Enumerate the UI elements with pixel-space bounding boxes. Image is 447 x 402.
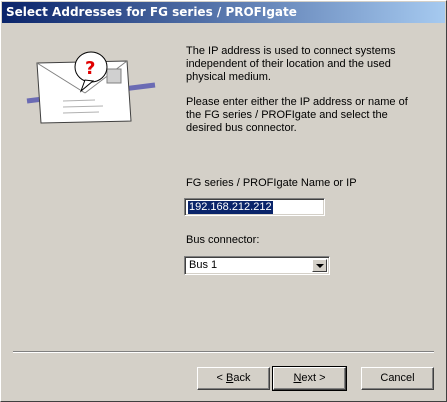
bus-connector-value: Bus 1: [189, 259, 218, 271]
cancel-button-label: Cancel: [380, 372, 415, 384]
description-paragraph-1: The IP address is used to connect system…: [186, 45, 396, 83]
title-bar[interactable]: Select Addresses for FG series / PROFIga…: [2, 2, 445, 23]
back-button-prefix: <: [216, 372, 226, 384]
description-text: The IP address is used to connect system…: [186, 45, 426, 147]
description-paragraph-2: Please enter either the IP address or na…: [186, 96, 408, 134]
dropdown-arrow-icon[interactable]: [312, 259, 327, 272]
window-title: Select Addresses for FG series / PROFIga…: [6, 5, 297, 19]
next-button[interactable]: Next >: [272, 366, 347, 391]
next-button-label: ext >: [301, 372, 326, 384]
bus-connector-label: Bus connector:: [186, 234, 260, 246]
separator: [13, 351, 434, 353]
cancel-button[interactable]: Cancel: [361, 367, 434, 390]
bus-connector-select[interactable]: Bus 1: [184, 256, 330, 275]
ip-address-value: 192.168.212.212: [188, 201, 273, 214]
envelope-question-icon: ?: [26, 51, 156, 124]
ip-address-input[interactable]: 192.168.212.212: [184, 198, 325, 216]
back-button[interactable]: < Back: [197, 367, 270, 390]
dialog-window: Select Addresses for FG series / PROFIga…: [0, 0, 447, 402]
ip-field-label: FG series / PROFIgate Name or IP: [186, 177, 357, 189]
back-button-label: ack: [233, 372, 251, 384]
svg-text:?: ?: [85, 58, 95, 79]
